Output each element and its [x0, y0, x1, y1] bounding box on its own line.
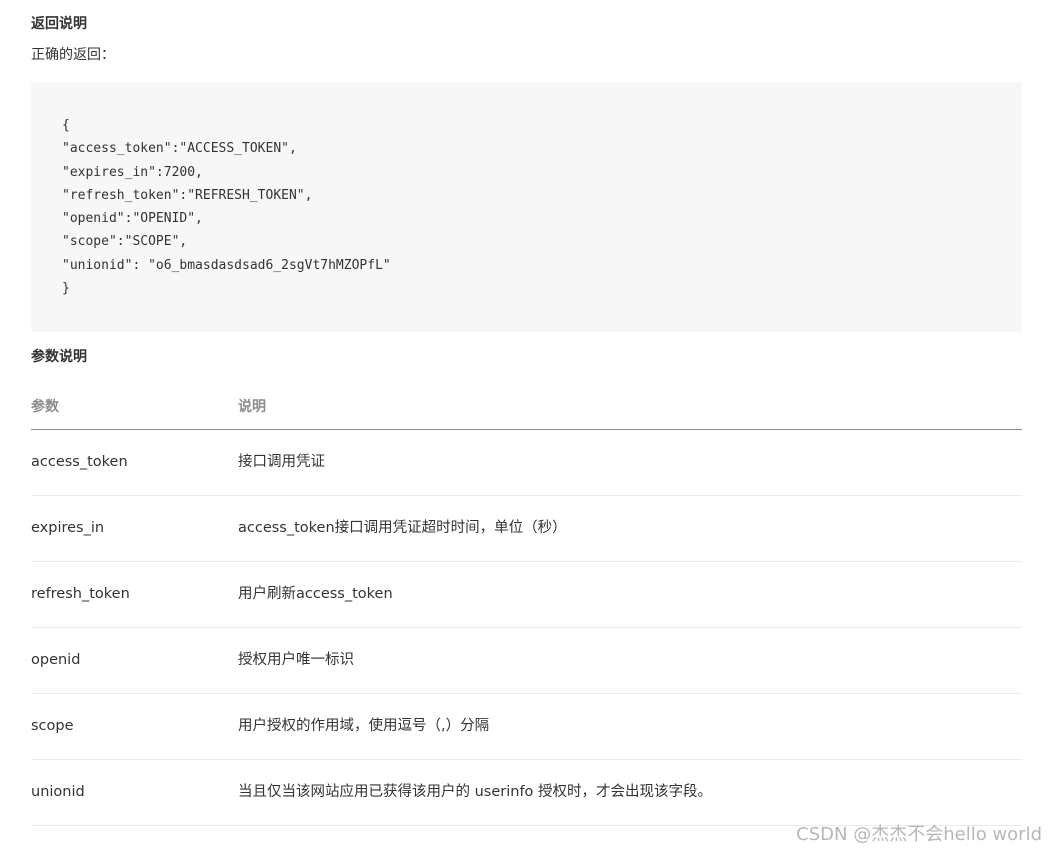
header-param: 参数	[31, 399, 59, 415]
table-row: refresh_token 用户刷新access_token	[31, 562, 1022, 628]
header-desc: 说明	[238, 399, 266, 415]
param-desc: 授权用户唯一标识	[238, 652, 354, 668]
table-row: scope 用户授权的作用域，使用逗号（,）分隔	[31, 694, 1022, 760]
param-desc: 用户刷新access_token	[238, 586, 393, 602]
code-line: "openid":"OPENID",	[62, 211, 203, 227]
code-line: }	[62, 281, 70, 297]
table-row: access_token 接口调用凭证	[31, 430, 1022, 496]
code-line: "expires_in":7200,	[62, 164, 203, 180]
param-name: expires_in	[31, 520, 105, 536]
code-line: "refresh_token":"REFRESH_TOKEN",	[62, 187, 313, 203]
params-table: 参数 说明 access_token 接口调用凭证 expires_in acc…	[31, 385, 1022, 826]
code-line: "unionid": "o6_bmasdasdsad6_2sgVt7hMZOPf…	[62, 257, 391, 273]
param-name: scope	[31, 718, 74, 734]
table-row: expires_in access_token接口调用凭证超时时间，单位（秒）	[31, 496, 1022, 562]
param-name: refresh_token	[31, 586, 130, 602]
param-desc: access_token接口调用凭证超时时间，单位（秒）	[238, 520, 567, 536]
param-desc: 用户授权的作用域，使用逗号（,）分隔	[238, 718, 490, 734]
table-header-row: 参数 说明	[31, 385, 1022, 430]
param-desc: 接口调用凭证	[238, 454, 325, 470]
code-line: "access_token":"ACCESS_TOKEN",	[62, 141, 297, 157]
param-name: openid	[31, 652, 81, 668]
table-row: unionid 当且仅当该网站应用已获得该用户的 userinfo 授权时，才会…	[31, 760, 1022, 826]
table-row: openid 授权用户唯一标识	[31, 628, 1022, 694]
code-line: {	[62, 118, 70, 133]
param-name: access_token	[31, 454, 128, 470]
json-code-block: { "access_token":"ACCESS_TOKEN", "expire…	[31, 82, 1022, 332]
return-section-title: 返回说明	[31, 16, 87, 32]
param-name: unionid	[31, 784, 85, 800]
params-section-title: 参数说明	[31, 349, 87, 365]
return-intro-text: 正确的返回：	[31, 47, 115, 63]
code-line: "scope":"SCOPE",	[62, 234, 188, 250]
csdn-watermark: CSDN @杰杰不会hello world	[796, 824, 1042, 845]
param-desc: 当且仅当该网站应用已获得该用户的 userinfo 授权时，才会出现该字段。	[238, 784, 713, 800]
